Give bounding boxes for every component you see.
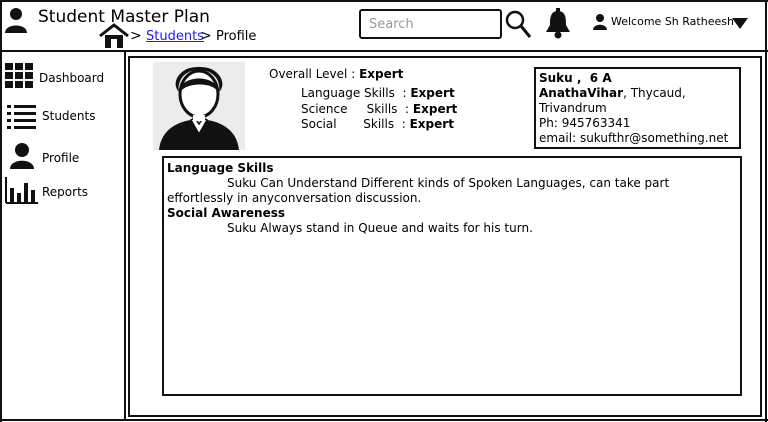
student-name-class: Suku , 6 A (539, 71, 612, 85)
sidebar-item-profile[interactable]: Profile (2, 140, 126, 170)
frame-border-right (765, 0, 767, 422)
search-input[interactable] (361, 11, 500, 37)
search-box (359, 9, 502, 39)
student-avatar (153, 62, 245, 150)
sidebar: Dashboard Students Profile Reports (2, 52, 126, 420)
overall-level: Overall Level : Expert (269, 67, 403, 81)
notification-bell-icon[interactable] (543, 7, 573, 39)
skills-notes-box: Language Skills Suku Can Understand Diff… (162, 156, 742, 396)
overall-level-value: Expert (359, 67, 404, 81)
user-menu-chevron-down-icon[interactable] (730, 15, 750, 29)
sidebar-item-dashboard[interactable]: Dashboard (2, 60, 126, 90)
sidebar-item-label: Students (42, 109, 96, 123)
breadcrumb-students-link[interactable]: Students (146, 29, 204, 44)
students-list-icon (5, 103, 37, 135)
student-street: AnathaVihar, Thycaud, (539, 86, 686, 100)
note-body: Suku Can Understand Different kinds of S… (167, 176, 670, 205)
student-address-card: Suku , 6 A AnathaVihar, Thycaud, Trivand… (534, 67, 741, 149)
home-icon[interactable] (98, 23, 130, 49)
search-icon[interactable] (504, 9, 532, 39)
welcome-user-text: Welcome Sh Ratheesh (611, 15, 734, 28)
dashboard-grid-icon (4, 62, 34, 94)
skill-value: Expert (410, 86, 455, 100)
student-city: Trivandrum (539, 101, 607, 115)
student-email: email: sukufthr@something.net (539, 131, 729, 145)
social-skills-row: Social Skills : Expert (301, 117, 454, 131)
reports-bar-chart-icon (5, 176, 39, 208)
sidebar-item-label: Reports (42, 185, 89, 199)
science-skills-row: Science Skills : Expert (301, 102, 457, 116)
overall-level-label: Overall Level : (269, 67, 356, 81)
sidebar-item-students[interactable]: Students (2, 102, 126, 132)
sidebar-item-label: Profile (42, 151, 80, 165)
sidebar-item-label: Dashboard (39, 71, 105, 85)
breadcrumb-current-profile: Profile (216, 29, 257, 44)
note-title: Social Awareness (167, 206, 285, 220)
note-title: Language Skills (167, 161, 274, 175)
breadcrumb-separator: > (130, 28, 142, 44)
app-logo-person-icon (3, 6, 29, 34)
sidebar-item-reports[interactable]: Reports (2, 176, 126, 206)
profile-person-icon (9, 142, 35, 174)
language-skills-row: Language Skills : Expert (301, 86, 455, 100)
user-icon (593, 13, 607, 31)
note-body: Suku Always stand in Queue and waits for… (227, 221, 533, 235)
frame-border-top (0, 0, 768, 2)
skill-label: Science Skills : (301, 102, 410, 116)
breadcrumb-separator: > (200, 28, 212, 44)
skill-label: Language Skills : (301, 86, 407, 100)
skill-label: Social Skills : (301, 117, 406, 131)
skill-value: Expert (409, 117, 454, 131)
skill-value: Expert (412, 102, 458, 116)
student-phone: Ph: 945763341 (539, 116, 631, 130)
